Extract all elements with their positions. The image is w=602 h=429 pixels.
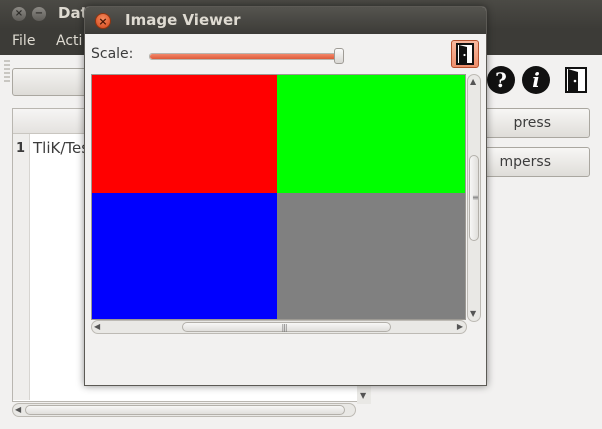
main-close-icon[interactable]: × — [12, 7, 26, 21]
table-row[interactable]: TliK/Tes — [33, 139, 89, 157]
row-number-gutter — [13, 134, 30, 400]
scale-label: Scale: — [91, 46, 134, 62]
dialog-titlebar[interactable]: × Image Viewer — [85, 7, 486, 34]
dialog-title: Image Viewer — [125, 11, 241, 29]
exit-door-icon — [456, 43, 474, 65]
red-quadrant — [92, 75, 277, 193]
image-vertical-thumb[interactable]: ≡ — [469, 155, 479, 241]
image-canvas[interactable] — [91, 74, 466, 320]
toolbar-grip[interactable] — [4, 60, 10, 82]
scroll-down-arrow-icon[interactable]: ▼ — [360, 390, 366, 402]
row-index: 1 — [16, 141, 26, 156]
decompress-button[interactable]: mperss — [472, 147, 590, 177]
blue-quadrant — [92, 193, 277, 319]
info-icon[interactable]: i — [522, 66, 550, 94]
image-horizontal-scrollbar[interactable]: ◀ ||| ▶ — [91, 320, 467, 334]
decompress-button-label: mperss — [499, 154, 551, 170]
menu-file[interactable]: File — [12, 33, 35, 49]
green-quadrant — [277, 75, 465, 193]
main-minimize-icon[interactable]: − — [32, 7, 46, 21]
scroll-left-arrow-icon[interactable]: ◀ — [15, 404, 21, 416]
image-viewer-dialog: × Image Viewer Scale: ▲ ≡ ▼ ◀ ||| ▶ — [84, 6, 487, 386]
scale-slider-fill — [150, 54, 340, 59]
menu-actions[interactable]: Acti — [56, 33, 82, 49]
image-vertical-scrollbar[interactable]: ▲ ≡ ▼ — [467, 74, 481, 322]
gray-quadrant — [277, 193, 465, 319]
dialog-exit-button[interactable] — [451, 40, 479, 68]
help-icon[interactable]: ? — [487, 66, 515, 94]
compress-button-label: press — [513, 115, 551, 131]
table-horizontal-thumb[interactable] — [25, 405, 345, 415]
scale-slider[interactable] — [149, 48, 344, 64]
scale-slider-handle[interactable] — [334, 48, 344, 64]
dialog-close-icon[interactable]: × — [95, 13, 111, 29]
thumb-grip-icon: ||| — [281, 323, 288, 332]
compress-button[interactable]: press — [472, 108, 590, 138]
exit-door-icon[interactable] — [562, 66, 590, 94]
table-horizontal-scrollbar[interactable]: ◀ — [12, 403, 356, 417]
scroll-right-arrow-icon[interactable]: ▶ — [457, 321, 463, 333]
thumb-grip-icon: ≡ — [472, 193, 479, 202]
scroll-left-arrow-icon[interactable]: ◀ — [94, 321, 100, 333]
toolbar-wide-button[interactable] — [12, 68, 94, 96]
scroll-up-arrow-icon[interactable]: ▲ — [470, 76, 476, 88]
image-horizontal-thumb[interactable]: ||| — [182, 322, 391, 332]
scroll-down-arrow-icon[interactable]: ▼ — [470, 308, 476, 320]
